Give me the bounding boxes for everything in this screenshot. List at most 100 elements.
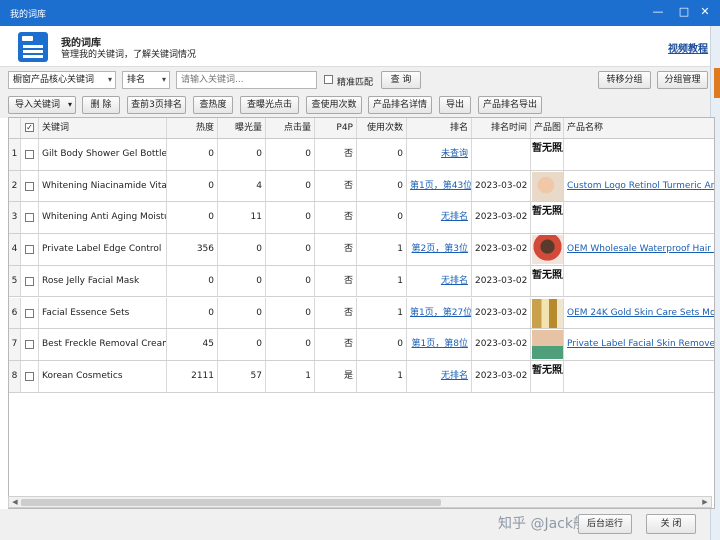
group-manage-button[interactable]: 分组管理	[657, 71, 708, 89]
product-name-cell-text[interactable]: OEM Wholesale Waterproof Hair Styling	[567, 244, 714, 254]
heat-cell: 0	[167, 297, 218, 329]
table-header: ✓ 关键词 热度 曝光量 点击量 P4P 使用次数 排名 排名时间 产品图 产品…	[9, 118, 714, 139]
col-header-rank[interactable]: 排名	[407, 118, 472, 138]
usage-cell-text: 0	[397, 149, 403, 159]
row-checkbox[interactable]	[25, 371, 34, 381]
col-header-keyword[interactable]: 关键词	[39, 118, 167, 138]
check-exposure-button[interactable]: 查曝光点击	[240, 96, 299, 114]
rank-cell-text[interactable]: 第1页，第43位	[410, 181, 471, 191]
table-row[interactable]: 7 Best Freckle Removal Cream 45 0 0 否 0 第1页，第8位…	[9, 329, 714, 361]
delete-button[interactable]: 删 除	[82, 96, 120, 114]
row-number: 7	[9, 329, 21, 360]
rank-cell: 无排名	[407, 360, 472, 392]
rank-time-cell-text: 2023-03-02	[475, 339, 528, 350]
rank-detail-button[interactable]: 产品排名详情	[368, 96, 432, 114]
table-row[interactable]: 1 Gilt Body Shower Gel Bottle 0 0 0 否 0 未查询 暂无照片	[9, 139, 714, 171]
exact-match-checkbox[interactable]	[324, 75, 333, 84]
row-checkbox[interactable]	[25, 276, 34, 286]
p4p-cell-text: 否	[343, 307, 353, 318]
video-tutorial-link[interactable]: 视频教程	[668, 40, 708, 55]
col-header-product-image[interactable]: 产品图	[531, 118, 564, 138]
scroll-right-icon[interactable]: ▶	[700, 497, 710, 507]
minimize-icon[interactable]: —	[651, 5, 665, 19]
row-checkbox[interactable]	[25, 308, 34, 318]
product-name-cell-text[interactable]: OEM 24K Gold Skin Care Sets Moisturizing	[567, 308, 714, 318]
rank-cell-text[interactable]: 第1页，第8位	[412, 339, 468, 349]
clicks-cell-text: 0	[305, 275, 311, 286]
maximize-icon[interactable]: □	[677, 5, 691, 19]
scroll-left-icon[interactable]: ◀	[10, 497, 20, 507]
row-number-text: 8	[11, 370, 18, 381]
horizontal-scrollbar[interactable]: ◀ ▶	[8, 496, 712, 508]
p4p-cell: 否	[315, 234, 357, 265]
product-name-cell	[564, 202, 714, 233]
row-checkbox[interactable]	[25, 245, 34, 255]
row-checkbox[interactable]	[25, 340, 34, 350]
product-name-cell-text[interactable]: Custom Logo Retinol Turmeric Anti Aging	[567, 181, 714, 191]
row-checkbox[interactable]	[25, 150, 34, 159]
table-row[interactable]: 6 Facial Essence Sets 0 0 0 否 1 第1页，第27位 2023-03…	[9, 297, 714, 330]
exposure-cell-text: 0	[256, 275, 262, 286]
row-checkbox[interactable]	[25, 181, 34, 191]
row-checkbox[interactable]	[25, 213, 34, 223]
product-thumbnail[interactable]	[532, 171, 563, 201]
table-row[interactable]: 2 Whitening Niacinamide Vitamin 0 4 0 否 0 第1页，第…	[9, 170, 714, 203]
scrollbar-thumb[interactable]	[21, 499, 441, 506]
p4p-cell-text: 否	[343, 149, 353, 159]
product-name-cell	[564, 139, 714, 170]
product-thumbnail[interactable]	[532, 330, 563, 360]
move-group-button[interactable]: 转移分组	[598, 71, 651, 89]
product-thumbnail[interactable]	[532, 298, 563, 328]
col-header-p4p[interactable]: P4P	[315, 118, 357, 138]
col-header-usage[interactable]: 使用次数	[357, 118, 407, 138]
col-header-rank-time[interactable]: 排名时间	[472, 118, 531, 138]
no-image-placeholder: 暂无照片	[532, 266, 563, 296]
background-run-button[interactable]: 后台运行	[578, 514, 632, 534]
keyword-cell-text: Whitening Anti Aging Moisturizing	[42, 212, 167, 223]
top3-rank-button[interactable]: 查前3页排名	[127, 96, 186, 114]
heat-cell-text: 45	[202, 339, 214, 350]
rank-cell-text[interactable]: 第1页，第27位	[410, 308, 471, 318]
keyword-cell: Whitening Anti Aging Moisturizing	[39, 202, 167, 234]
heat-cell: 45	[167, 329, 218, 360]
table-row[interactable]: 4 Private Label Edge Control 356 0 0 否 1 第2页，第3…	[9, 234, 714, 266]
usage-cell: 0	[357, 170, 407, 202]
table-row[interactable]: 8 Korean Cosmetics 2111 57 1 是 1 无排名 2023-03-02 暂…	[9, 360, 714, 393]
search-input[interactable]	[176, 71, 317, 89]
rank-cell-text[interactable]: 无排名	[441, 212, 468, 222]
sort-select[interactable]: 排名	[122, 71, 170, 89]
check-usage-button[interactable]: 查使用次数	[306, 96, 362, 114]
rank-cell-text[interactable]: 第2页，第3位	[412, 244, 468, 254]
keyword-cell: Rose Jelly Facial Mask	[39, 265, 167, 297]
product-name-cell: OEM 24K Gold Skin Care Sets Moisturizing	[564, 298, 714, 329]
close-button[interactable]: 关 闭	[646, 514, 696, 534]
product-name-cell-text[interactable]: Private Label Facial Skin Remove Pimple	[567, 339, 714, 349]
p4p-cell: 否	[315, 170, 357, 202]
p4p-cell: 否	[315, 139, 357, 170]
col-header-clicks[interactable]: 点击量	[266, 118, 315, 138]
rank-time-cell: 2023-03-02	[472, 297, 531, 329]
import-keywords-label: 导入关键词	[15, 100, 61, 110]
col-header-heat[interactable]: 热度	[167, 118, 218, 138]
exposure-cell-text: 4	[256, 180, 262, 191]
col-header-product-name[interactable]: 产品名称	[564, 118, 714, 138]
rank-cell: 第2页，第3位	[407, 234, 472, 265]
export-button[interactable]: 导出	[439, 96, 471, 114]
table-row[interactable]: 3 Whitening Anti Aging Moisturizing 0 11 0 否 0…	[9, 202, 714, 235]
check-heat-button[interactable]: 查热度	[193, 96, 233, 114]
select-all-checkbox[interactable]: ✓	[25, 123, 34, 132]
group-select[interactable]: 橱窗产品核心关键词	[8, 71, 116, 89]
col-header-exposure[interactable]: 曝光量	[218, 118, 266, 138]
table-row[interactable]: 5 Rose Jelly Facial Mask 0 0 0 否 1 无排名 2023-03-0…	[9, 265, 714, 298]
heat-cell-text: 0	[208, 275, 214, 286]
query-button[interactable]: 查 询	[381, 71, 421, 89]
keyword-cell: Facial Essence Sets	[39, 297, 167, 329]
rank-cell-text[interactable]: 未查询	[441, 149, 468, 159]
close-icon[interactable]: ✕	[698, 5, 712, 19]
row-number-text: 1	[11, 149, 18, 159]
rank-export-button[interactable]: 产品排名导出	[478, 96, 542, 114]
product-thumbnail[interactable]	[532, 235, 563, 265]
rank-cell-text[interactable]: 无排名	[441, 371, 468, 381]
import-keywords-button[interactable]: 导入关键词 ▾	[8, 96, 76, 114]
rank-cell-text[interactable]: 无排名	[441, 276, 468, 286]
